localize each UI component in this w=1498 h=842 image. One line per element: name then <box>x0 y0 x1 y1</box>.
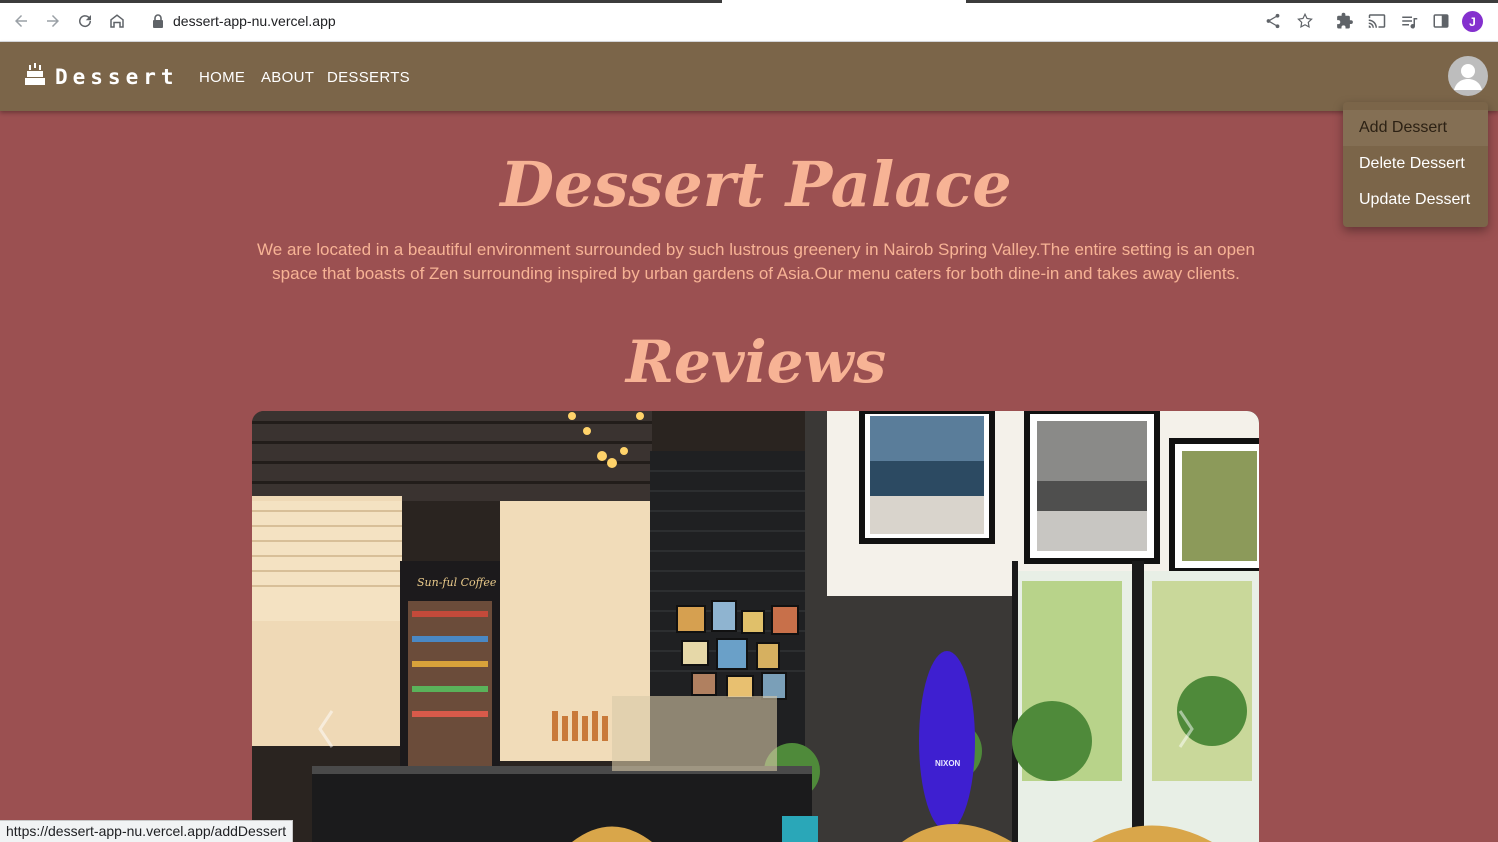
reviews-carousel-image: Sun-ful Coffee NIXON <box>252 411 1259 842</box>
forward-icon[interactable] <box>43 11 63 31</box>
nav-desserts[interactable]: DESSERTS <box>327 69 410 86</box>
person-icon <box>1454 64 1482 90</box>
media-queue-icon[interactable] <box>1400 12 1418 30</box>
cake-icon <box>25 63 45 85</box>
share-icon[interactable] <box>1264 12 1282 30</box>
nav-home[interactable]: HOME <box>199 69 245 86</box>
cast-icon[interactable] <box>1368 12 1386 30</box>
bookmark-star-icon[interactable] <box>1296 12 1314 30</box>
about-description: We are located in a beautiful environmen… <box>257 240 1255 283</box>
surfboard-label-text: NIXON <box>935 759 961 768</box>
reviews-heading: Reviews <box>625 328 887 396</box>
lock-icon <box>153 14 163 28</box>
link-status-bar: https://dessert-app-nu.vercel.app/addDes… <box>0 820 294 842</box>
page-title: Dessert Palace <box>500 148 1012 221</box>
reload-icon[interactable] <box>75 11 95 31</box>
nav-about[interactable]: ABOUT <box>261 69 314 86</box>
user-avatar-button[interactable] <box>1448 56 1488 96</box>
back-icon[interactable] <box>11 11 31 31</box>
fridge-sign-text: Sun-ful Coffee <box>417 576 497 589</box>
home-icon[interactable] <box>107 11 127 31</box>
tab-strip <box>0 0 1498 3</box>
profile-avatar[interactable]: J <box>1462 11 1483 32</box>
side-panel-icon[interactable] <box>1432 12 1450 30</box>
brand-logo-text[interactable]: Dessert <box>55 65 179 89</box>
url-text[interactable]: dessert-app-nu.vercel.app <box>173 13 336 29</box>
browser-toolbar: dessert-app-nu.vercel.app J <box>0 0 1498 42</box>
menu-item-add-dessert[interactable]: Add Dessert <box>1343 110 1488 146</box>
extensions-icon[interactable] <box>1336 12 1354 30</box>
app-navbar: Dessert HOME ABOUT DESSERTS <box>0 42 1498 111</box>
